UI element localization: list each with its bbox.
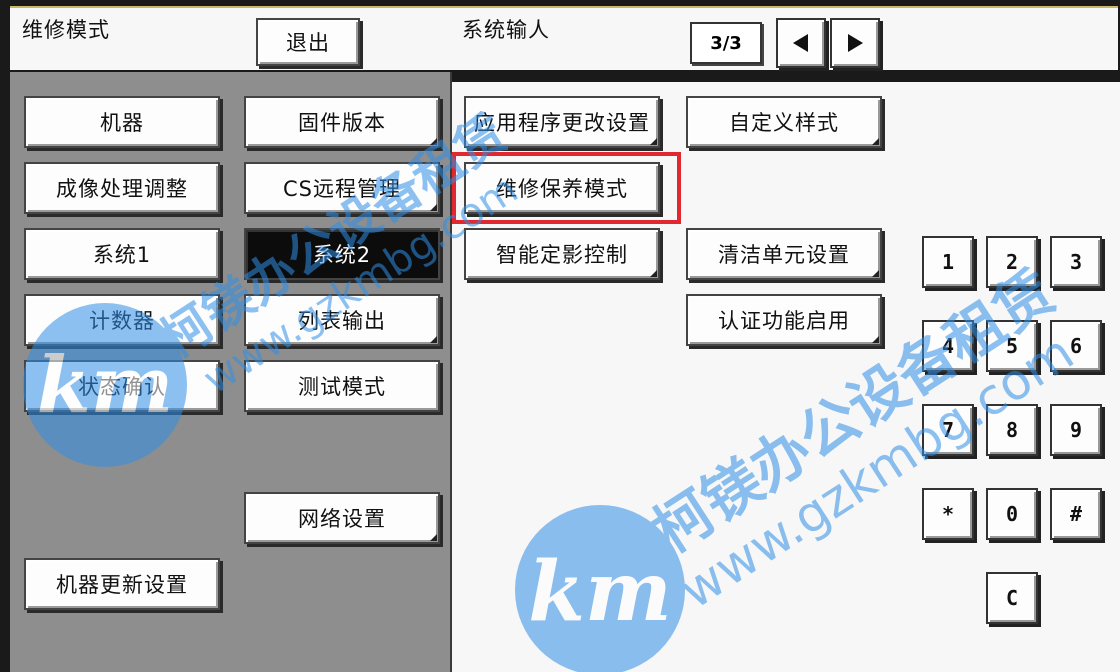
previous-page-button[interactable] xyxy=(776,18,826,68)
keypad-key-asterisk[interactable]: * xyxy=(922,488,974,540)
menu-list-output-button[interactable]: 列表输出 xyxy=(244,294,440,346)
app-change-settings-button[interactable]: 应用程序更改设置 xyxy=(464,96,660,148)
keypad-key-3[interactable]: 3 xyxy=(1050,236,1102,288)
control-panel-screen: 维修模式 退出 系统输人 3/3 机器 成像处理调整 系统1 计数器 状态确认 … xyxy=(0,0,1120,672)
keypad-key-hash[interactable]: # xyxy=(1050,488,1102,540)
cleaning-unit-settings-button[interactable]: 清洁单元设置 xyxy=(686,228,882,280)
section-title: 系统输人 xyxy=(462,18,550,42)
header-bar xyxy=(10,8,1118,70)
menu-firmware-button[interactable]: 固件版本 xyxy=(244,96,440,148)
page-indicator: 3/3 xyxy=(690,22,762,64)
auth-function-enable-button[interactable]: 认证功能启用 xyxy=(686,294,882,346)
page-title: 维修模式 xyxy=(22,18,110,42)
menu-status-check-button[interactable]: 状态确认 xyxy=(24,360,220,412)
menu-network-settings-button[interactable]: 网络设置 xyxy=(244,492,440,544)
menu-machine-button[interactable]: 机器 xyxy=(24,96,220,148)
keypad-key-6[interactable]: 6 xyxy=(1050,320,1102,372)
keypad-key-7[interactable]: 7 xyxy=(922,404,974,456)
menu-cs-remote-button[interactable]: CS远程管理 xyxy=(244,162,440,214)
keypad-key-5[interactable]: 5 xyxy=(986,320,1038,372)
custom-style-button[interactable]: 自定义样式 xyxy=(686,96,882,148)
keypad-key-8[interactable]: 8 xyxy=(986,404,1038,456)
next-page-button[interactable] xyxy=(830,18,880,68)
menu-image-processing-button[interactable]: 成像处理调整 xyxy=(24,162,220,214)
menu-counter-button[interactable]: 计数器 xyxy=(24,294,220,346)
triangle-left-icon xyxy=(793,34,808,52)
keypad-key-clear[interactable]: C xyxy=(986,572,1038,624)
maintenance-mode-button[interactable]: 维修保养模式 xyxy=(464,162,660,214)
exit-button[interactable]: 退出 xyxy=(256,18,360,66)
smart-fusing-control-button[interactable]: 智能定影控制 xyxy=(464,228,660,280)
menu-system1-button[interactable]: 系统1 xyxy=(24,228,220,280)
menu-machine-update-button[interactable]: 机器更新设置 xyxy=(24,558,220,610)
menu-system2-button[interactable]: 系统2 xyxy=(244,228,440,280)
keypad-key-1[interactable]: 1 xyxy=(922,236,974,288)
triangle-right-icon xyxy=(848,34,863,52)
keypad-key-4[interactable]: 4 xyxy=(922,320,974,372)
keypad-key-9[interactable]: 9 xyxy=(1050,404,1102,456)
menu-test-mode-button[interactable]: 测试模式 xyxy=(244,360,440,412)
keypad-key-2[interactable]: 2 xyxy=(986,236,1038,288)
keypad-key-0[interactable]: 0 xyxy=(986,488,1038,540)
